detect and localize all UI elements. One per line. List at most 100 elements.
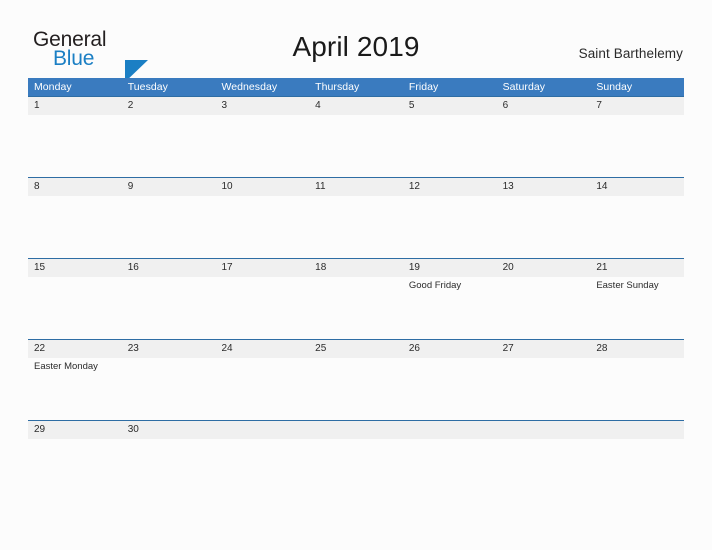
day-cell-easter-sunday[interactable]: Easter Sunday — [590, 277, 684, 339]
week-date-band: 15 16 17 18 19 20 21 — [28, 259, 684, 277]
day-number-empty — [497, 421, 591, 439]
week-date-band: 8 9 10 11 12 13 14 — [28, 178, 684, 196]
week-event-band — [28, 439, 684, 460]
day-cell[interactable] — [403, 115, 497, 177]
day-cell[interactable] — [309, 196, 403, 258]
weekday-header-thursday: Thursday — [315, 81, 360, 93]
day-number[interactable]: 24 — [215, 340, 309, 358]
day-cell[interactable] — [122, 196, 216, 258]
event-label: Easter Sunday — [596, 280, 659, 291]
day-cell-easter-monday[interactable]: Easter Monday — [28, 358, 122, 420]
day-cell[interactable] — [309, 277, 403, 339]
weekday-header-friday: Friday — [408, 81, 439, 93]
day-cell-empty — [309, 439, 403, 460]
day-cell-empty — [590, 439, 684, 460]
week-event-band: Good Friday Easter Sunday — [28, 277, 684, 339]
calendar-week-row: 8 9 10 11 12 13 14 — [28, 177, 684, 258]
day-cell[interactable] — [28, 439, 122, 460]
weekday-header-row: Monday Tuesday Wednesday Thursday Friday… — [28, 78, 684, 96]
day-number[interactable]: 10 — [215, 178, 309, 196]
calendar-grid: Monday Tuesday Wednesday Thursday Friday… — [28, 78, 684, 460]
weekday-header-wednesday: Wednesday — [221, 81, 278, 93]
day-number[interactable]: 27 — [497, 340, 591, 358]
event-label: Easter Monday — [34, 361, 98, 372]
day-cell[interactable] — [590, 115, 684, 177]
week-event-band — [28, 196, 684, 258]
day-cell[interactable] — [309, 115, 403, 177]
day-number[interactable]: 16 — [122, 259, 216, 277]
day-number[interactable]: 25 — [309, 340, 403, 358]
day-cell-empty — [497, 439, 591, 460]
day-number[interactable]: 15 — [28, 259, 122, 277]
day-number[interactable]: 6 — [497, 97, 591, 115]
day-number[interactable]: 7 — [590, 97, 684, 115]
calendar-page: General Blue April 2019 Saint Barthelemy… — [0, 0, 712, 550]
day-cell-good-friday[interactable]: Good Friday — [403, 277, 497, 339]
day-number[interactable]: 13 — [497, 178, 591, 196]
day-number[interactable]: 14 — [590, 178, 684, 196]
week-date-band: 1 2 3 4 5 6 7 — [28, 97, 684, 115]
week-date-band: 29 30 — [28, 421, 684, 439]
event-label: Good Friday — [408, 280, 462, 291]
day-number[interactable]: 12 — [403, 178, 497, 196]
day-number[interactable]: 18 — [309, 259, 403, 277]
day-cell[interactable] — [497, 196, 591, 258]
day-number[interactable]: 9 — [122, 178, 216, 196]
day-cell[interactable] — [403, 196, 497, 258]
day-cell[interactable] — [215, 115, 309, 177]
calendar-week-row: 29 30 — [28, 420, 684, 460]
day-number-empty — [403, 421, 497, 439]
day-number[interactable]: 4 — [309, 97, 403, 115]
day-cell[interactable] — [122, 358, 216, 420]
week-event-band — [28, 115, 684, 177]
calendar-week-row: 1 2 3 4 5 6 7 — [28, 96, 684, 177]
page-header: General Blue April 2019 Saint Barthelemy — [0, 0, 712, 82]
day-cell[interactable] — [497, 115, 591, 177]
day-cell[interactable] — [28, 115, 122, 177]
day-cell[interactable] — [590, 196, 684, 258]
day-cell[interactable] — [122, 277, 216, 339]
day-cell-empty — [403, 439, 497, 460]
day-number[interactable]: 8 — [28, 178, 122, 196]
day-number[interactable]: 17 — [215, 259, 309, 277]
day-cell[interactable] — [215, 196, 309, 258]
day-number[interactable]: 26 — [403, 340, 497, 358]
day-number-empty — [590, 421, 684, 439]
day-cell[interactable] — [122, 439, 216, 460]
day-number-empty — [309, 421, 403, 439]
day-cell[interactable] — [497, 277, 591, 339]
calendar-week-row: 22 23 24 25 26 27 28 Easter Monday — [28, 339, 684, 420]
day-number[interactable]: 5 — [403, 97, 497, 115]
day-number[interactable]: 1 — [28, 97, 122, 115]
day-number[interactable]: 29 — [28, 421, 122, 439]
day-cell[interactable] — [215, 358, 309, 420]
day-cell[interactable] — [497, 358, 591, 420]
weekday-header-saturday: Saturday — [502, 81, 546, 93]
location-label: Saint Barthelemy — [578, 46, 683, 61]
day-cell[interactable] — [590, 358, 684, 420]
calendar-week-row: 15 16 17 18 19 20 21 Good Friday Easter … — [28, 258, 684, 339]
day-cell[interactable] — [28, 277, 122, 339]
day-number[interactable]: 20 — [497, 259, 591, 277]
day-cell[interactable] — [309, 358, 403, 420]
day-number[interactable]: 19 — [403, 259, 497, 277]
day-cell[interactable] — [28, 196, 122, 258]
day-number[interactable]: 3 — [215, 97, 309, 115]
week-event-band: Easter Monday — [28, 358, 684, 420]
weekday-header-monday: Monday — [34, 81, 72, 93]
day-cell[interactable] — [215, 277, 309, 339]
day-number[interactable]: 30 — [122, 421, 216, 439]
weekday-header-tuesday: Tuesday — [127, 81, 168, 93]
day-number-empty — [215, 421, 309, 439]
day-cell[interactable] — [122, 115, 216, 177]
day-cell[interactable] — [403, 358, 497, 420]
day-number[interactable]: 23 — [122, 340, 216, 358]
day-cell-empty — [215, 439, 309, 460]
weekday-header-sunday: Sunday — [596, 81, 633, 93]
week-date-band: 22 23 24 25 26 27 28 — [28, 340, 684, 358]
day-number[interactable]: 21 — [590, 259, 684, 277]
day-number[interactable]: 28 — [590, 340, 684, 358]
day-number[interactable]: 11 — [309, 178, 403, 196]
day-number[interactable]: 22 — [28, 340, 122, 358]
day-number[interactable]: 2 — [122, 97, 216, 115]
